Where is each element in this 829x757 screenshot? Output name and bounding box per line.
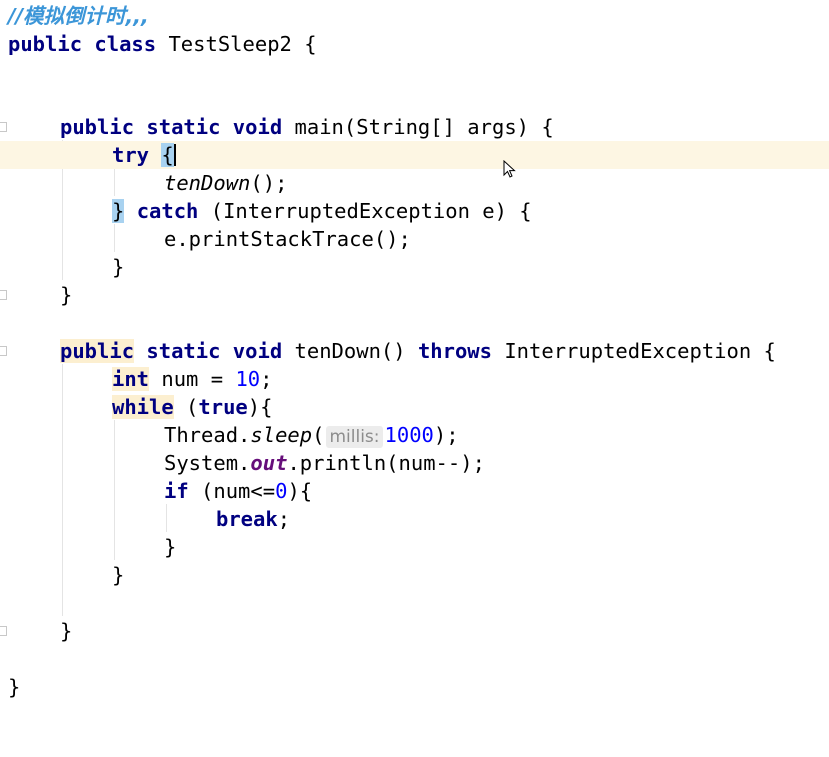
- keyword: int: [112, 367, 150, 391]
- keyword: try: [112, 143, 150, 167]
- close-brace: }: [112, 563, 125, 587]
- code-line-num-decl: int num = 10;: [0, 365, 829, 393]
- paren: ){: [247, 395, 273, 419]
- code-line-comment: //模拟倒计时,,,: [0, 2, 829, 30]
- code-editor[interactable]: //模拟倒计时,,, public class TestSleep2 { pub…: [0, 0, 829, 727]
- condition: (num<=: [188, 479, 276, 503]
- number-literal: 1000: [384, 423, 434, 447]
- keyword: if: [164, 479, 189, 503]
- method-call: tenDown: [164, 171, 251, 195]
- code-line-try-current: try {: [0, 141, 829, 169]
- code-line-tendown-signature: public static void tenDown() throws Inte…: [0, 337, 829, 365]
- static-field: out: [250, 451, 288, 475]
- paren: (: [173, 395, 199, 419]
- code-line-while: while (true){: [0, 393, 829, 421]
- method-call: sleep: [250, 423, 313, 447]
- code-line-tendown-call: tenDown();: [0, 169, 829, 197]
- keyword: static void: [134, 339, 283, 363]
- keyword: break: [216, 507, 278, 531]
- close-brace: }: [8, 675, 21, 699]
- close-brace: }: [60, 619, 73, 643]
- close-brace: }: [164, 535, 177, 559]
- paren: ){: [287, 479, 313, 503]
- method-name: tenDown(): [282, 339, 418, 363]
- code-line-break: break;: [0, 505, 829, 533]
- comment-text: //模拟倒计时,,,: [8, 4, 149, 28]
- close-brace: }: [112, 255, 125, 279]
- number-literal: 10: [235, 367, 261, 391]
- parameter-hint: millis:: [326, 426, 383, 448]
- code-line-print-trace: e.printStackTrace();: [0, 225, 829, 253]
- matched-brace: }: [112, 199, 125, 223]
- keyword: public static void: [60, 115, 283, 139]
- code-line-close: }: [0, 253, 829, 281]
- paren: (: [312, 423, 325, 447]
- keyword: public class: [8, 32, 157, 56]
- keyword: throws: [417, 339, 492, 363]
- code-line-close: }: [0, 561, 829, 589]
- code-line-sleep: Thread.sleep(millis: 1000);: [0, 421, 829, 449]
- keyword: while: [112, 395, 174, 419]
- code-line-close: }: [0, 533, 829, 561]
- semicolon: ;: [260, 367, 273, 391]
- code-line-if: if (num<=0){: [0, 477, 829, 505]
- code-line-close: }: [0, 281, 829, 309]
- code-line-close: }: [0, 617, 829, 645]
- matched-brace: {: [161, 143, 174, 167]
- keyword: public: [60, 339, 135, 363]
- code-line-println: System.out.println(num--);: [0, 449, 829, 477]
- statement: e.printStackTrace();: [164, 227, 411, 251]
- code-line-main-signature: public static void main(String[] args) {: [0, 113, 829, 141]
- statement: .println(num--);: [287, 451, 485, 475]
- number-literal: 0: [275, 479, 288, 503]
- semicolon: ;: [277, 507, 291, 531]
- keyword: catch: [136, 199, 199, 223]
- text-caret: [174, 144, 176, 166]
- code-line-catch: } catch (InterruptedException e) {: [0, 197, 829, 225]
- keyword: true: [198, 395, 248, 419]
- mouse-pointer-icon: [503, 160, 516, 178]
- class-name: TestSleep2 {: [156, 32, 317, 56]
- variable-decl: num =: [149, 367, 236, 391]
- class-ref: System.: [164, 451, 251, 475]
- catch-clause: (InterruptedException e) {: [198, 199, 532, 223]
- code-line-class-decl: public class TestSleep2 {: [0, 30, 829, 58]
- close-brace: }: [60, 283, 73, 307]
- code-line-close: }: [0, 673, 829, 701]
- throws-clause: InterruptedException {: [492, 339, 776, 363]
- paren: );: [433, 423, 459, 447]
- class-ref: Thread.: [164, 423, 251, 447]
- main-signature: main(String[] args) {: [282, 115, 554, 139]
- call-tail: ();: [250, 171, 288, 195]
